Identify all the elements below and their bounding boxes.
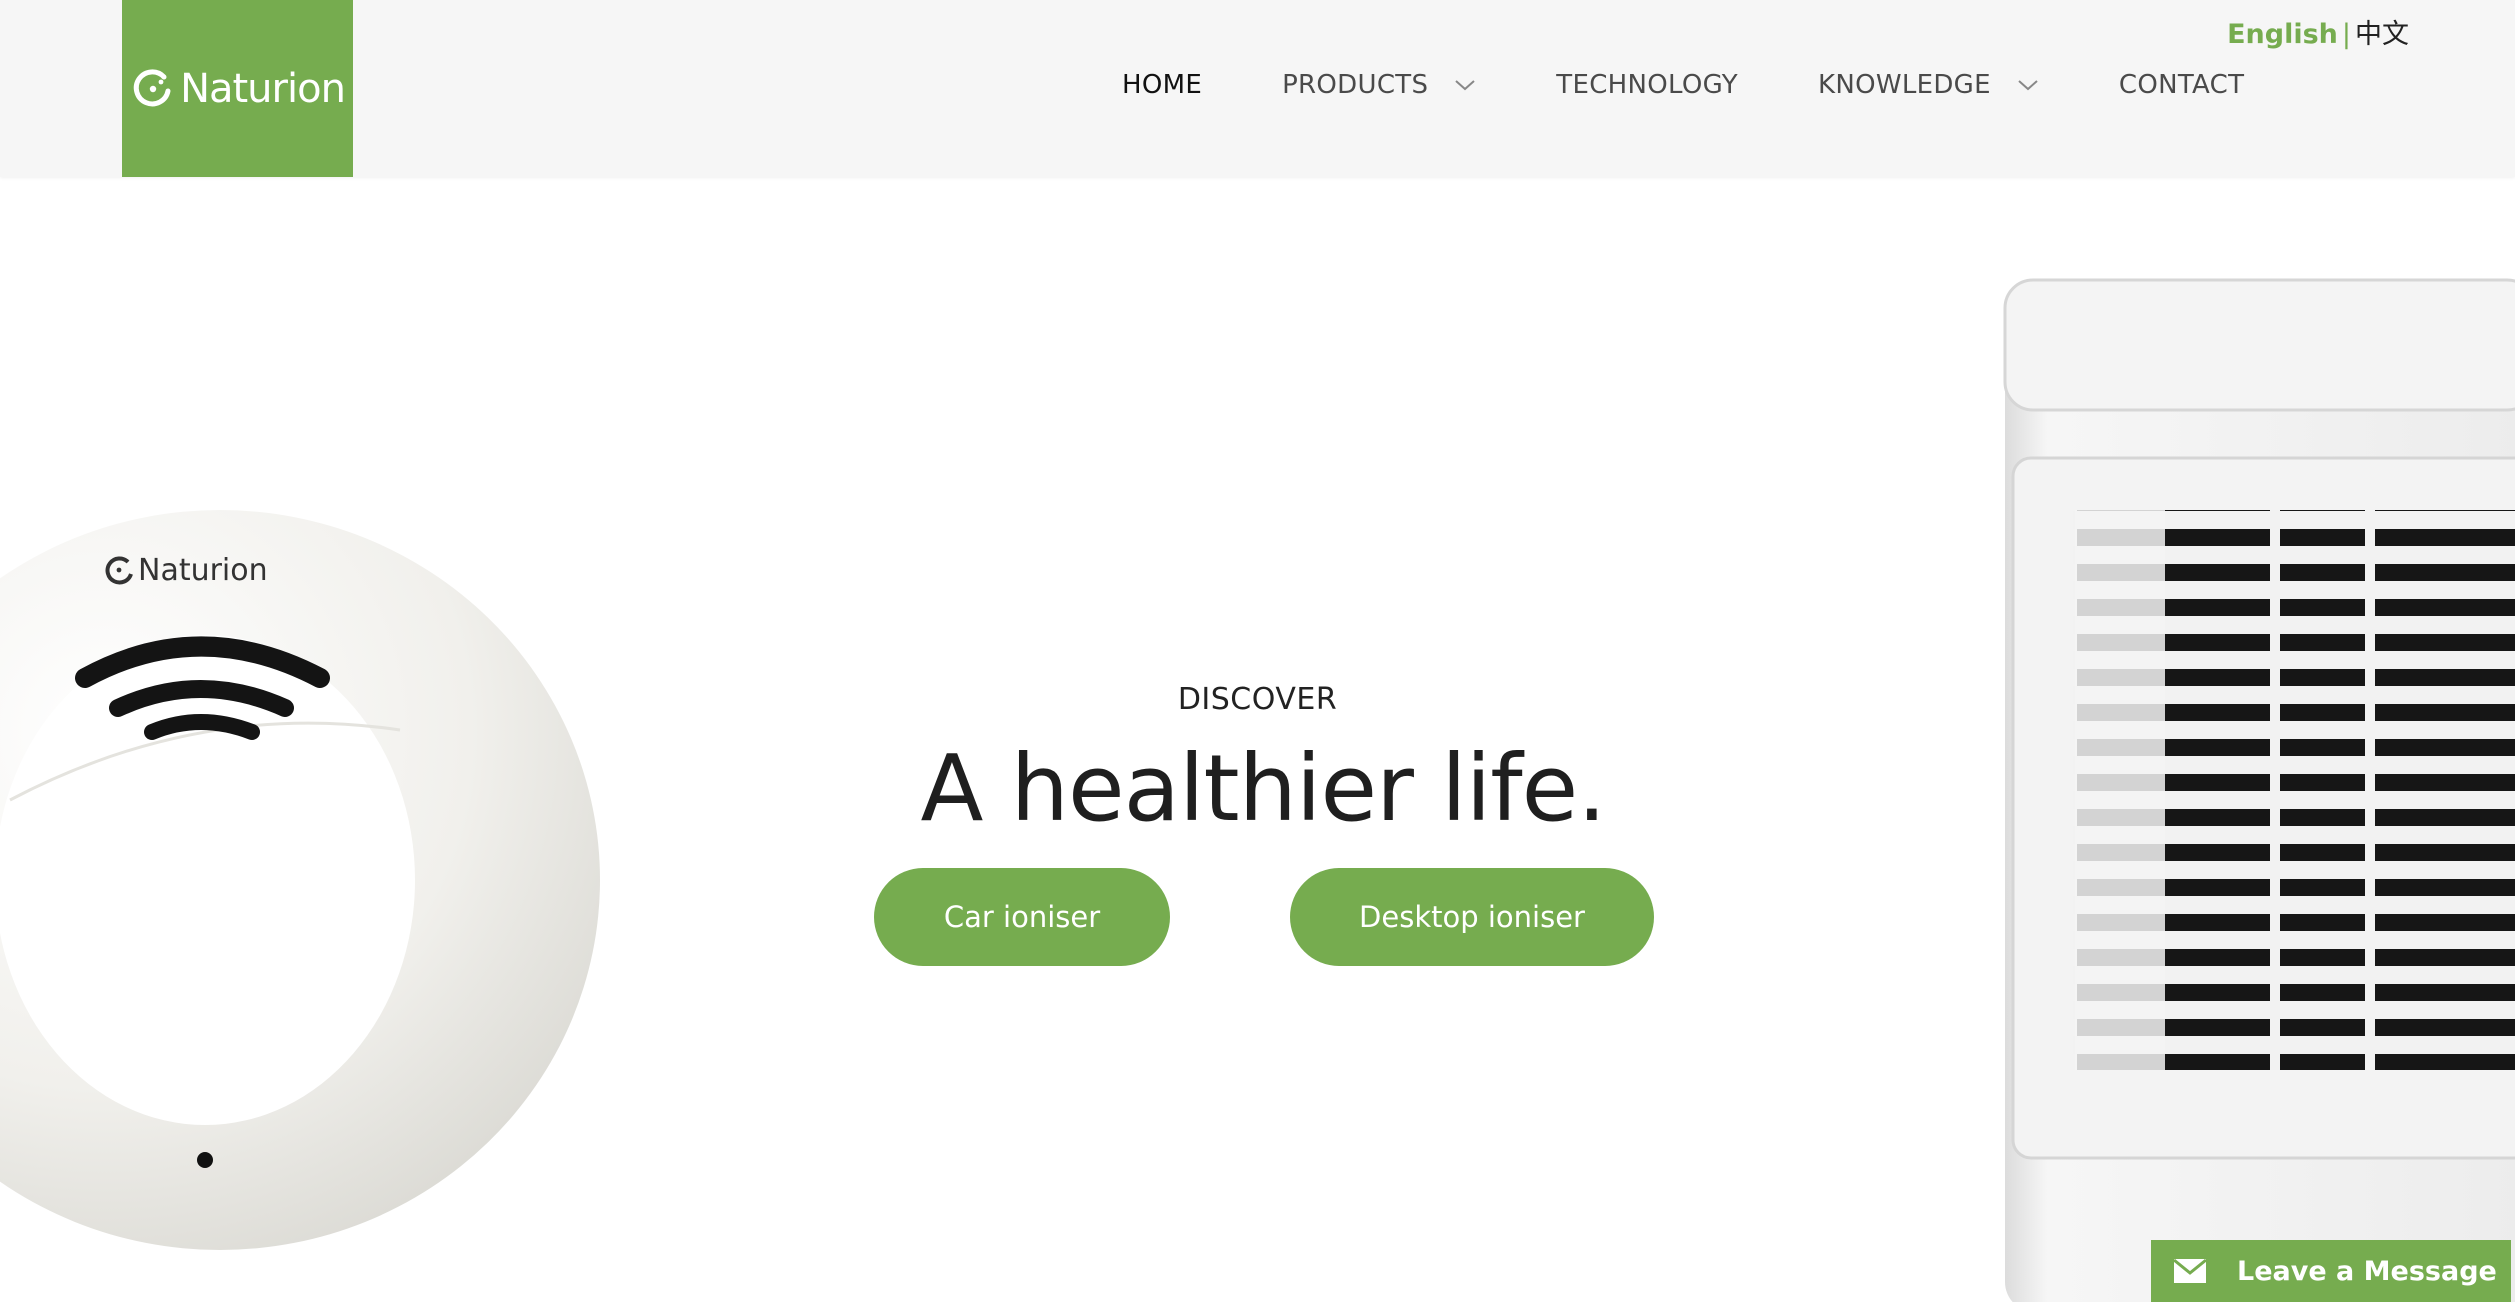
leave-message-label: Leave a Message — [2237, 1255, 2497, 1287]
leave-message-button[interactable]: Leave a Message — [2151, 1240, 2511, 1302]
car-ioniser-image: Naturion — [0, 510, 600, 1250]
lang-chinese-link[interactable]: 中文 — [2355, 19, 2409, 50]
logo[interactable]: Naturion — [122, 0, 353, 177]
nav-home[interactable]: HOME — [1122, 70, 1202, 100]
chevron-down-icon — [1455, 80, 1475, 91]
lang-separator: | — [2341, 19, 2351, 50]
nav-knowledge[interactable]: KNOWLEDGE — [1818, 70, 2039, 100]
car-ioniser-button[interactable]: Car ioniser — [874, 868, 1170, 966]
nav-knowledge-label: KNOWLEDGE — [1817, 70, 1991, 100]
desktop-ioniser-button[interactable]: Desktop ioniser — [1290, 868, 1654, 966]
site-header: Naturion English | 中文 HOME PRODUCTS TECHNO… — [0, 0, 2515, 177]
language-switcher: English | 中文 — [2227, 12, 2409, 51]
nav-technology[interactable]: TECHNOLOGY — [1556, 70, 1738, 100]
main-nav: HOME PRODUCTS TECHNOLOGY KNOWLEDGE CONTA… — [1122, 70, 2244, 100]
chevron-down-icon — [2018, 80, 2038, 91]
lang-english-link[interactable]: English — [2227, 19, 2338, 50]
car-ioniser-brand-text: Naturion — [138, 553, 268, 588]
hero-headline: A healthier life. — [920, 735, 1607, 842]
nav-products[interactable]: PRODUCTS — [1282, 70, 1476, 100]
nav-products-label: PRODUCTS — [1282, 70, 1429, 100]
envelope-icon — [2173, 1258, 2207, 1283]
logo-text: Naturion — [180, 65, 346, 112]
naturion-logo-icon — [133, 68, 171, 106]
nav-contact[interactable]: CONTACT — [2119, 70, 2244, 100]
hero-eyebrow: DISCOVER — [1177, 682, 1338, 717]
